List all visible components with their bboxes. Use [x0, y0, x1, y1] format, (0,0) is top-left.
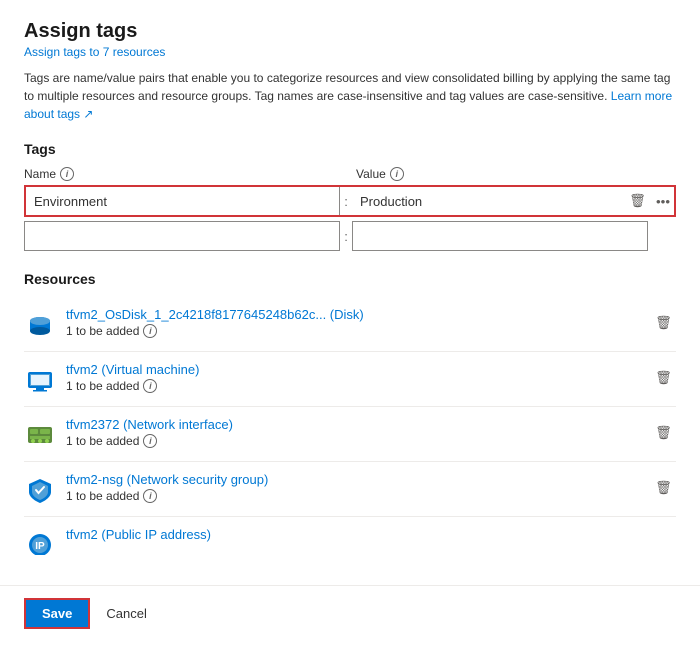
resource-info-4: tfvm2 (Public IP address): [66, 527, 676, 542]
svg-text:IP: IP: [35, 541, 45, 552]
name-info-icon[interactable]: i: [60, 167, 74, 181]
resource-name-3[interactable]: tfvm2-nsg (Network security group): [66, 472, 651, 487]
disk-resource-icon: [24, 309, 56, 341]
tag-row-1: :: [24, 221, 676, 251]
page-title: Assign tags: [24, 20, 676, 43]
resource-delete-button-1[interactable]: 🗑: [651, 366, 676, 390]
resource-info-icon-2[interactable]: i: [143, 434, 157, 448]
resource-delete-0: 🗑: [651, 311, 676, 335]
resource-delete-3: 🗑: [651, 476, 676, 500]
name-column-header: Name i: [24, 167, 344, 181]
resource-delete-button-2[interactable]: 🗑: [651, 421, 676, 445]
resource-item-1: tfvm2 (Virtual machine) 1 to be added i …: [24, 352, 676, 407]
resource-status-1: 1 to be added i: [66, 379, 651, 393]
resource-info-1: tfvm2 (Virtual machine) 1 to be added i: [66, 362, 651, 393]
resource-name-0[interactable]: tfvm2_OsDisk_1_2c4218f8177645248b62c... …: [66, 307, 651, 322]
resource-info-3: tfvm2-nsg (Network security group) 1 to …: [66, 472, 651, 503]
resource-item-2: tfvm2372 (Network interface) 1 to be add…: [24, 407, 676, 462]
trash-icon-resource-2: 🗑: [655, 425, 672, 441]
more-icon-0: •••: [656, 194, 670, 209]
tag-value-input-1[interactable]: [352, 221, 648, 251]
trash-icon-0: 🗑: [629, 193, 646, 209]
resource-name-2[interactable]: tfvm2372 (Network interface): [66, 417, 651, 432]
tag-separator-1: :: [340, 229, 352, 244]
resource-item-3: tfvm2-nsg (Network security group) 1 to …: [24, 462, 676, 517]
tag-separator-0: :: [340, 194, 352, 209]
footer: Save Cancel: [0, 585, 700, 641]
resource-info-icon-1[interactable]: i: [143, 379, 157, 393]
resource-info-0: tfvm2_OsDisk_1_2c4218f8177645248b62c... …: [66, 307, 651, 338]
resources-section-title: Resources: [24, 271, 676, 287]
trash-icon-resource-3: 🗑: [655, 480, 672, 496]
resource-info-2: tfvm2372 (Network interface) 1 to be add…: [66, 417, 651, 448]
resource-status-2: 1 to be added i: [66, 434, 651, 448]
tag-row-highlighted: : 🗑 •••: [24, 185, 676, 217]
resource-info-icon-0[interactable]: i: [143, 324, 157, 338]
save-button[interactable]: Save: [24, 598, 90, 629]
resource-delete-2: 🗑: [651, 421, 676, 445]
tag-value-input-0[interactable]: [352, 187, 621, 215]
trash-icon-resource-0: 🗑: [655, 315, 672, 331]
value-column-header: Value i: [356, 167, 656, 181]
resource-delete-1: 🗑: [651, 366, 676, 390]
tag-name-input-1[interactable]: [24, 221, 340, 251]
resource-status-3: 1 to be added i: [66, 489, 651, 503]
tag-row-actions-0: 🗑 •••: [625, 189, 674, 213]
tag-delete-button-0[interactable]: 🗑: [625, 189, 650, 213]
resource-delete-button-0[interactable]: 🗑: [651, 311, 676, 335]
value-info-icon[interactable]: i: [390, 167, 404, 181]
trash-icon-resource-1: 🗑: [655, 370, 672, 386]
vm-resource-icon: [24, 364, 56, 396]
resource-item-4: IP tfvm2 (Public IP address): [24, 517, 676, 555]
resource-delete-button-3[interactable]: 🗑: [651, 476, 676, 500]
resource-item-0: tfvm2_OsDisk_1_2c4218f8177645248b62c... …: [24, 297, 676, 352]
tags-section: Tags Name i Value i : 🗑 •••: [24, 141, 676, 251]
resource-name-1[interactable]: tfvm2 (Virtual machine): [66, 362, 651, 377]
nsg-resource-icon: [24, 474, 56, 506]
tags-header: Name i Value i: [24, 167, 676, 181]
resources-section: Resources tfvm2_OsDisk_1_2c4218f81776452…: [24, 271, 676, 555]
resource-info-icon-3[interactable]: i: [143, 489, 157, 503]
resource-name-4[interactable]: tfvm2 (Public IP address): [66, 527, 676, 542]
resource-status-0: 1 to be added i: [66, 324, 651, 338]
page-description: Tags are name/value pairs that enable yo…: [24, 69, 676, 123]
tags-section-title: Tags: [24, 141, 676, 157]
page-subtitle: Assign tags to 7 resources: [24, 45, 676, 59]
tag-more-button-0[interactable]: •••: [652, 190, 674, 213]
ip-resource-icon: IP: [24, 529, 56, 555]
tag-name-input-0[interactable]: [26, 187, 340, 215]
nic-resource-icon: [24, 419, 56, 451]
cancel-button[interactable]: Cancel: [98, 600, 154, 627]
